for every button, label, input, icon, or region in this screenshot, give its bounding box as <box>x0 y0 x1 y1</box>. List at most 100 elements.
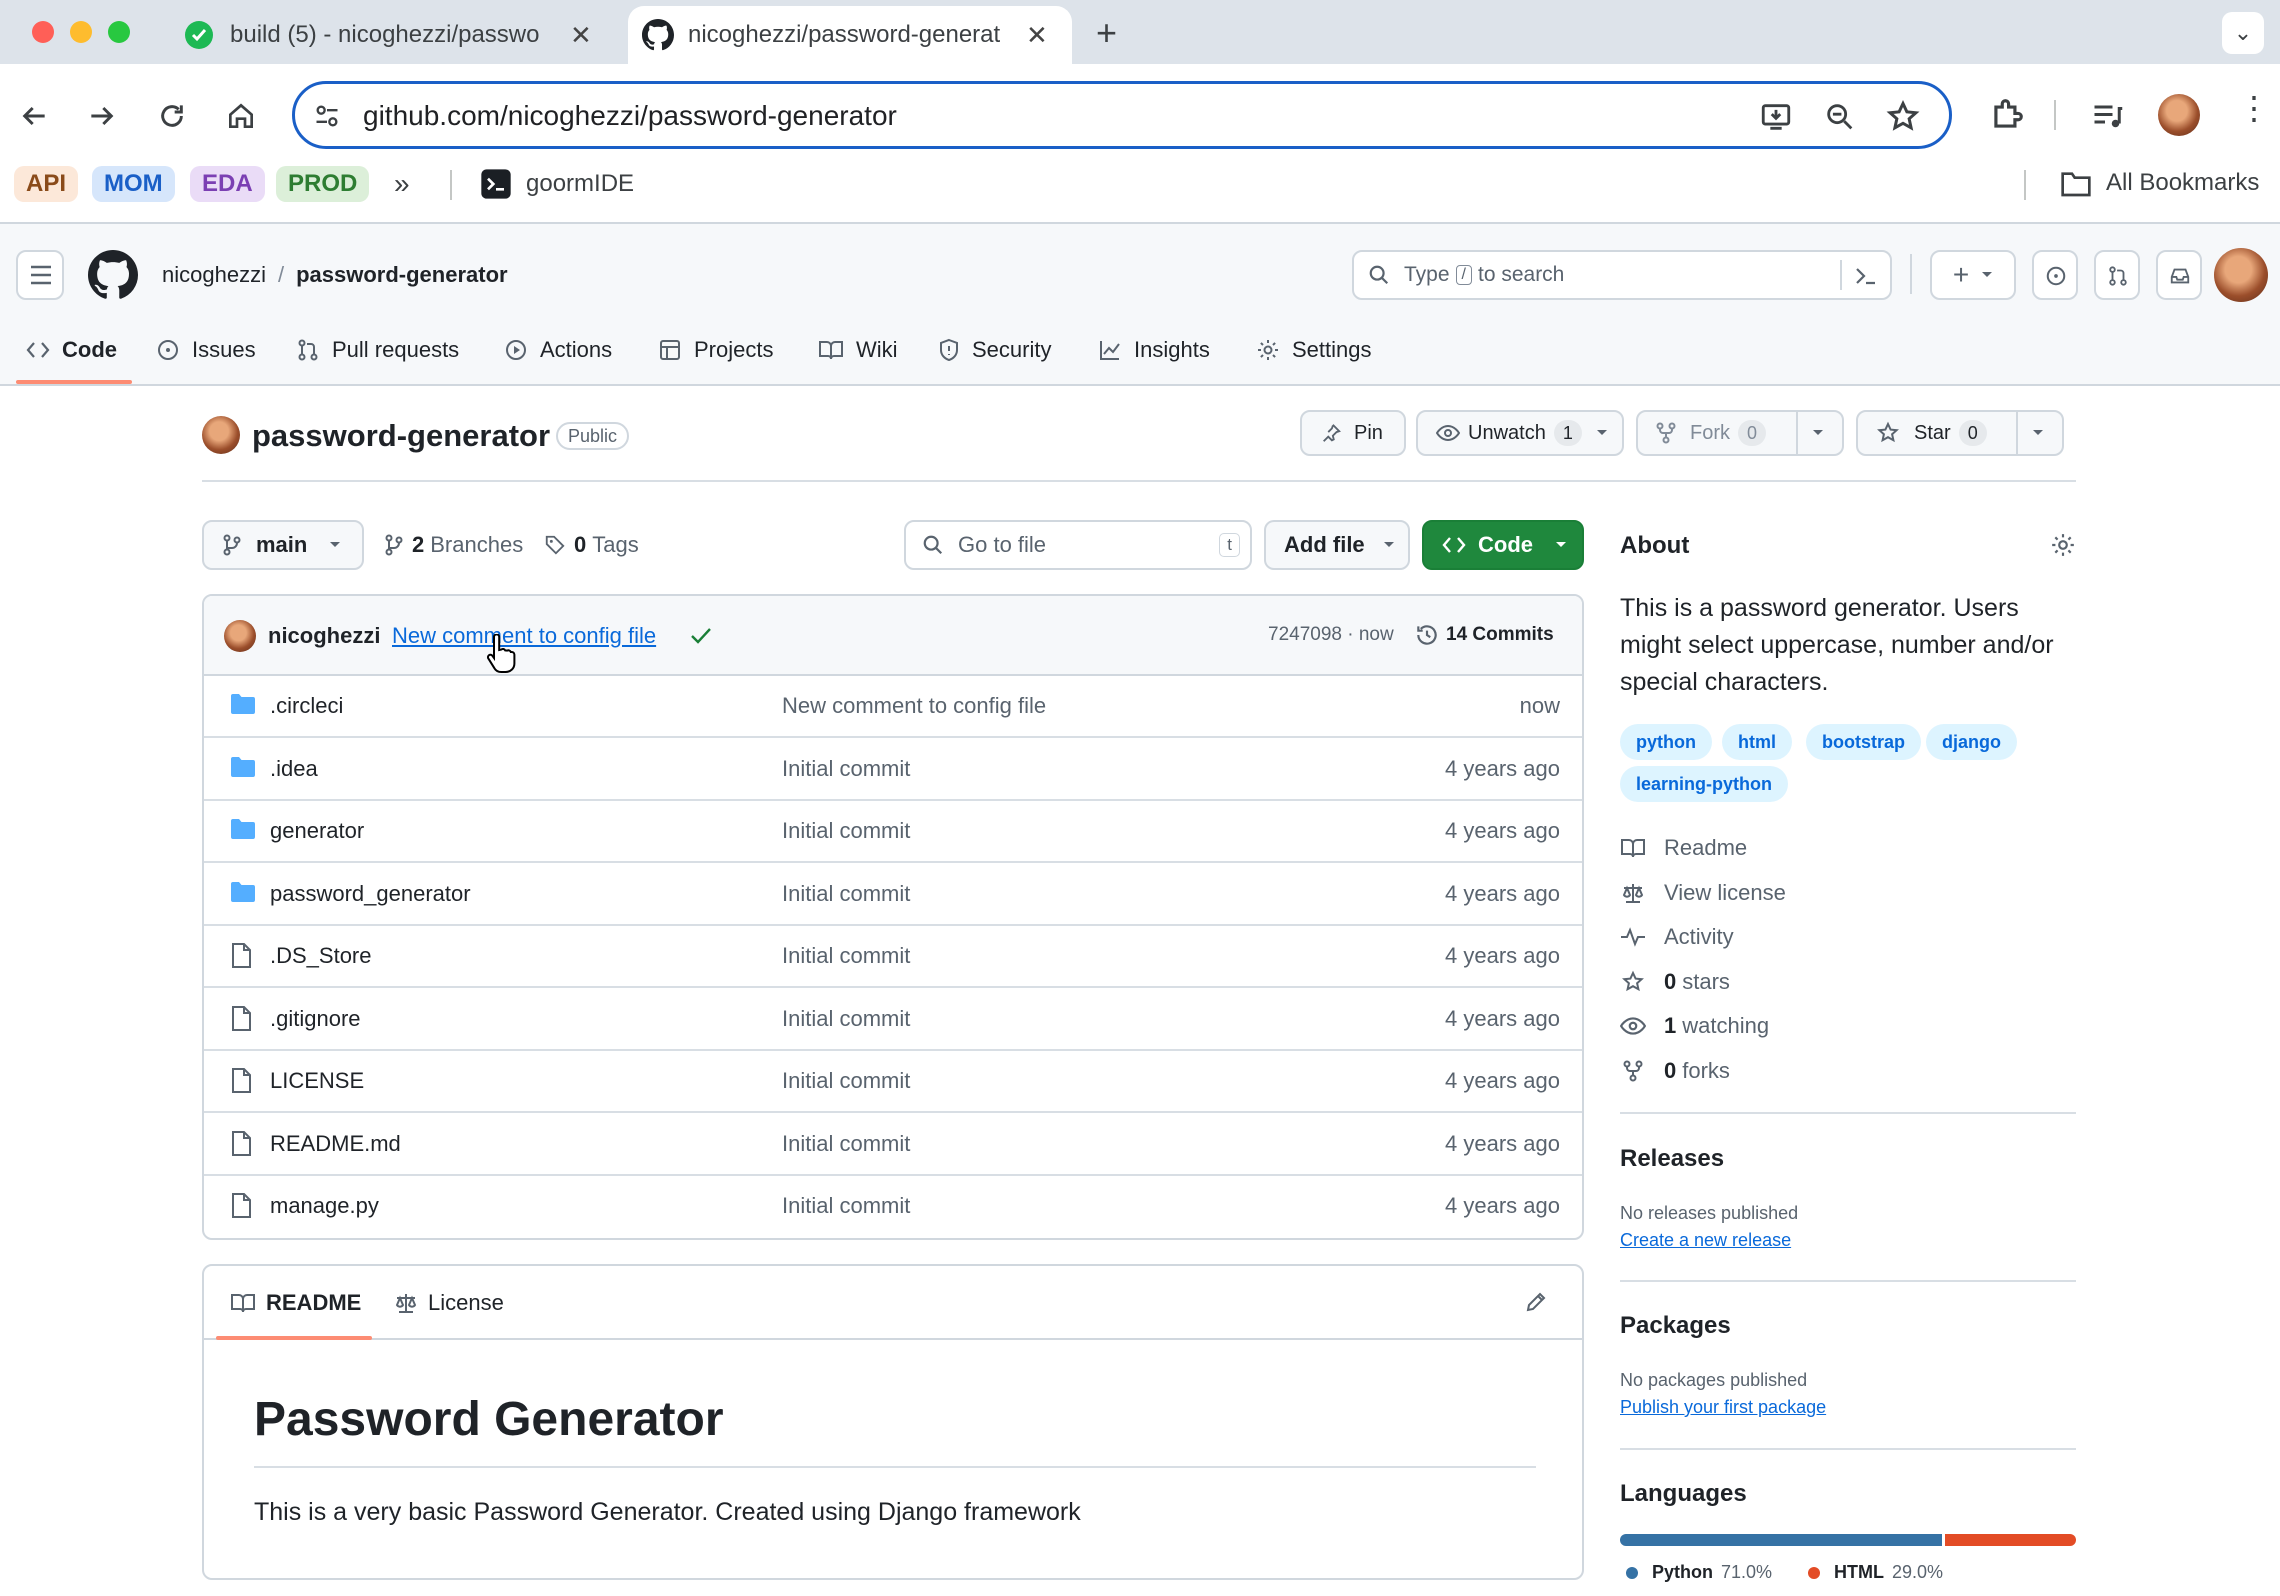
file-commit-message[interactable]: Initial commit <box>782 756 910 782</box>
file-commit-message[interactable]: Initial commit <box>782 943 910 969</box>
table-row[interactable]: .circleci New comment to config file now <box>204 676 1582 738</box>
topic-tag[interactable]: django <box>1926 724 2017 760</box>
commits-history-link[interactable]: 14 Commits <box>1414 622 1554 648</box>
tab-settings[interactable]: Settings <box>1256 325 1372 375</box>
topic-tag[interactable]: python <box>1620 724 1712 760</box>
create-new-button[interactable]: + <box>1930 250 2016 300</box>
repo-owner-avatar[interactable] <box>202 416 240 454</box>
issues-button[interactable] <box>2032 250 2078 300</box>
branch-selector[interactable]: main <box>202 520 364 570</box>
language-html[interactable]: HTML 29.0% <box>1808 1562 1943 1583</box>
packages-heading[interactable]: Packages <box>1620 1312 1731 1340</box>
topic-tag[interactable]: learning-python <box>1620 766 1788 802</box>
bookmark-prod[interactable]: PROD <box>276 166 370 202</box>
file-name-link[interactable]: generator <box>270 818 364 844</box>
site-info-icon[interactable] <box>313 102 341 130</box>
commit-message-link[interactable]: New comment to config file <box>392 623 656 649</box>
profile-avatar[interactable] <box>2158 94 2200 136</box>
go-to-file-input[interactable]: Go to file t <box>904 520 1252 570</box>
tab-projects[interactable]: Projects <box>658 325 773 375</box>
media-controls-icon[interactable] <box>2090 98 2126 134</box>
gear-icon[interactable] <box>2050 532 2076 558</box>
zoom-icon[interactable] <box>1823 100 1857 134</box>
table-row[interactable]: manage.py Initial commit 4 years ago <box>204 1176 1582 1238</box>
more-bookmarks-chevron-icon[interactable]: » <box>394 168 410 200</box>
file-commit-message[interactable]: Initial commit <box>782 1131 910 1157</box>
file-name-link[interactable]: .circleci <box>270 693 343 719</box>
commit-author-avatar[interactable] <box>224 620 256 652</box>
file-name-link[interactable]: README.md <box>270 1131 401 1157</box>
global-search-input[interactable]: Type / to search <box>1352 250 1892 300</box>
fork-button[interactable]: Fork 0 <box>1636 410 1844 456</box>
inbox-button[interactable] <box>2156 250 2202 300</box>
tab-pull-requests[interactable]: Pull requests <box>296 325 459 375</box>
home-icon[interactable] <box>225 100 257 132</box>
tab-search-button[interactable]: ⌄ <box>2222 12 2264 54</box>
minimize-window-button[interactable] <box>70 21 92 43</box>
file-name-link[interactable]: .gitignore <box>270 1006 361 1032</box>
table-row[interactable]: LICENSE Initial commit 4 years ago <box>204 1051 1582 1113</box>
code-dropdown-button[interactable]: Code <box>1422 520 1584 570</box>
repo-title[interactable]: password-generator <box>252 418 550 454</box>
star-button[interactable]: Star 0 <box>1856 410 2064 456</box>
file-commit-message[interactable]: Initial commit <box>782 818 910 844</box>
file-commit-message[interactable]: Initial commit <box>782 881 910 907</box>
bookmark-mom[interactable]: MOM <box>92 166 175 202</box>
stars-link[interactable]: 0 stars <box>1620 967 1730 997</box>
browser-tab-build[interactable]: build (5) - nicoghezzi/passwo ✕ <box>170 6 610 64</box>
file-name-link[interactable]: password_generator <box>270 881 471 907</box>
readme-tab[interactable]: README <box>230 1290 361 1316</box>
new-tab-button[interactable]: + <box>1096 12 1117 54</box>
table-row[interactable]: generator Initial commit 4 years ago <box>204 801 1582 863</box>
repo-link[interactable]: password-generator <box>296 262 508 288</box>
close-window-button[interactable] <box>32 21 54 43</box>
releases-heading[interactable]: Releases <box>1620 1145 1724 1173</box>
topic-tag[interactable]: bootstrap <box>1806 724 1921 760</box>
browser-tab-repo[interactable]: nicoghezzi/password-generat ✕ <box>628 6 1072 64</box>
extensions-icon[interactable] <box>1988 96 2026 134</box>
forward-icon[interactable] <box>86 100 118 132</box>
table-row[interactable]: .idea Initial commit 4 years ago <box>204 739 1582 801</box>
maximize-window-button[interactable] <box>108 21 130 43</box>
install-app-icon[interactable] <box>1759 100 1793 134</box>
browser-menu-icon[interactable]: ⋮ <box>2238 92 2270 124</box>
tab-issues[interactable]: Issues <box>156 325 256 375</box>
file-commit-message[interactable]: Initial commit <box>782 1006 910 1032</box>
license-tab[interactable]: License <box>394 1290 504 1316</box>
owner-link[interactable]: nicoghezzi <box>162 262 266 288</box>
close-tab-icon[interactable]: ✕ <box>570 20 592 51</box>
table-row[interactable]: password_generator Initial commit 4 years … <box>204 864 1582 926</box>
github-logo-icon[interactable] <box>88 250 138 300</box>
table-row[interactable]: README.md Initial commit 4 years ago <box>204 1114 1582 1176</box>
all-bookmarks-button[interactable]: All Bookmarks <box>2060 168 2259 198</box>
file-commit-message[interactable]: Initial commit <box>782 1193 910 1219</box>
file-name-link[interactable]: .idea <box>270 756 318 782</box>
pull-requests-button[interactable] <box>2094 250 2140 300</box>
add-file-button[interactable]: Add file <box>1264 520 1410 570</box>
bookmark-eda[interactable]: EDA <box>190 166 265 202</box>
forks-link[interactable]: 0 forks <box>1620 1056 1730 1086</box>
branches-link[interactable]: 2 Branches <box>384 532 523 558</box>
tab-code[interactable]: Code <box>26 325 117 375</box>
tags-link[interactable]: 0 Tags <box>544 532 639 558</box>
bookmark-star-icon[interactable] <box>1885 99 1921 135</box>
create-release-link[interactable]: Create a new release <box>1620 1230 1791 1251</box>
tab-security[interactable]: Security <box>938 325 1051 375</box>
commit-author[interactable]: nicoghezzi <box>268 623 380 649</box>
topic-tag[interactable]: html <box>1722 724 1792 760</box>
pin-button[interactable]: Pin <box>1300 410 1406 456</box>
commit-hash-time[interactable]: 7247098 · now <box>1268 624 1394 646</box>
language-python[interactable]: Python 71.0% <box>1626 1562 1772 1583</box>
tab-insights[interactable]: Insights <box>1098 325 1210 375</box>
readme-link[interactable]: Readme <box>1620 833 1747 863</box>
file-commit-message[interactable]: New comment to config file <box>782 693 1046 719</box>
address-bar[interactable]: github.com/nicoghezzi/password-generator <box>292 81 1952 149</box>
file-name-link[interactable]: manage.py <box>270 1193 379 1219</box>
license-link[interactable]: View license <box>1620 878 1786 908</box>
check-icon[interactable] <box>690 626 712 646</box>
watching-link[interactable]: 1 watching <box>1620 1011 1769 1041</box>
close-tab-icon[interactable]: ✕ <box>1026 20 1048 51</box>
unwatch-button[interactable]: Unwatch 1 <box>1416 410 1624 456</box>
file-commit-message[interactable]: Initial commit <box>782 1068 910 1094</box>
bookmark-goormide[interactable]: goormIDE <box>480 168 634 200</box>
